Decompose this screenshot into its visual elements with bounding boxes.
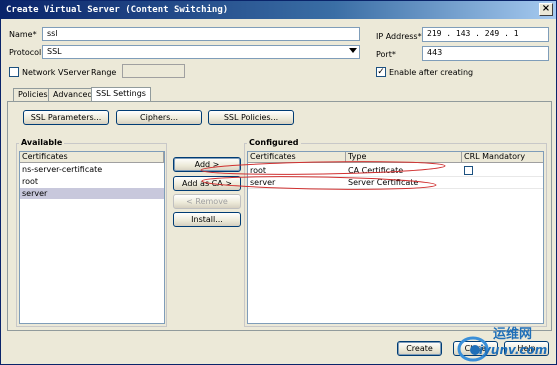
annotation-ellipse-server xyxy=(201,176,437,190)
dialog-window: Create Virtual Server (Content Switching… xyxy=(0,0,557,365)
annotation-ellipse-root xyxy=(200,161,446,175)
watermark-text-en: iyunv.com xyxy=(479,343,548,357)
create-button[interactable]: Create xyxy=(397,341,442,356)
annotation-overlay xyxy=(200,161,446,190)
watermark-logo: 运维网 iyunv.com xyxy=(453,323,553,363)
watermark-text-cn: 运维网 xyxy=(493,327,533,342)
